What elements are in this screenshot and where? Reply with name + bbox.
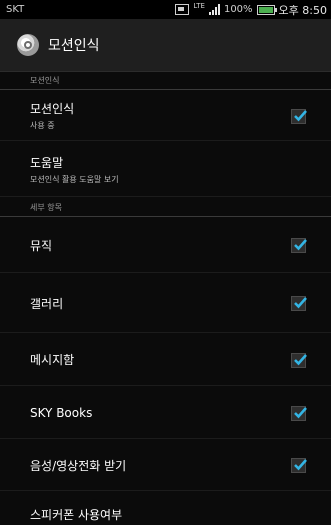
setting-gallery[interactable]: 갤러리 [0, 274, 331, 333]
checkbox-music[interactable] [291, 238, 307, 253]
checkbox-gallery[interactable] [291, 296, 307, 311]
setting-motion-recognition[interactable]: 모션인식 사용 중 [0, 91, 331, 141]
section-header-motion: 모션인식 [0, 72, 331, 90]
status-icons: LTE 100% 오후 8:50 [175, 2, 327, 18]
checkbox-messages[interactable] [291, 352, 307, 368]
battery-percent: 100% [223, 4, 253, 15]
checkmark-icon [294, 459, 307, 471]
checkmark-icon [294, 239, 307, 251]
carrier-label: SKT [6, 4, 25, 15]
setting-title: 스피커폰 사용여부 [30, 508, 123, 522]
action-bar: 모션인식 [0, 19, 331, 72]
checkbox-voice-video-call[interactable] [291, 458, 307, 473]
setting-sky-books[interactable]: SKY Books [0, 387, 331, 439]
setting-title: SKY Books [30, 405, 93, 420]
setting-voice-video-call[interactable]: 음성/영상전화 받기 [0, 440, 331, 491]
setting-subtitle: 사용 중 [30, 121, 55, 130]
checkmark-icon [294, 109, 307, 121]
checkmark-icon [294, 406, 307, 418]
battery-icon [256, 4, 277, 15]
checkbox-motion-recognition[interactable] [291, 108, 307, 124]
setting-messages[interactable]: 메시지함 [0, 334, 331, 386]
checkbox-sky-books[interactable] [291, 405, 307, 421]
screenshot-icon [175, 4, 190, 15]
setting-title: 뮤직 [30, 238, 53, 253]
section-header-details: 세부 항목 [0, 199, 331, 217]
signal-icon [208, 4, 220, 15]
setting-title: 도움말 [30, 155, 64, 170]
setting-speakerphone[interactable]: 스피커폰 사용여부 [0, 492, 331, 525]
checkmark-icon [294, 353, 307, 365]
clock: 오후 8:50 [278, 3, 327, 17]
setting-title: 갤러리 [30, 296, 64, 311]
setting-title: 모션인식 [30, 102, 75, 116]
checkmark-icon [294, 297, 307, 309]
lte-icon: LTE [193, 1, 205, 10]
setting-title: 메시지함 [30, 353, 75, 367]
setting-music[interactable]: 뮤직 [0, 218, 331, 273]
page-title: 모션인식 [48, 38, 100, 54]
setting-subtitle: 모션인식 활용 도움말 보기 [30, 174, 119, 184]
setting-title: 음성/영상전화 받기 [30, 458, 127, 473]
motion-sensor-icon [17, 34, 39, 56]
setting-help[interactable]: 도움말 모션인식 활용 도움말 보기 [0, 142, 331, 197]
status-bar: SKT LTE 100% 오후 8:50 [0, 0, 331, 19]
